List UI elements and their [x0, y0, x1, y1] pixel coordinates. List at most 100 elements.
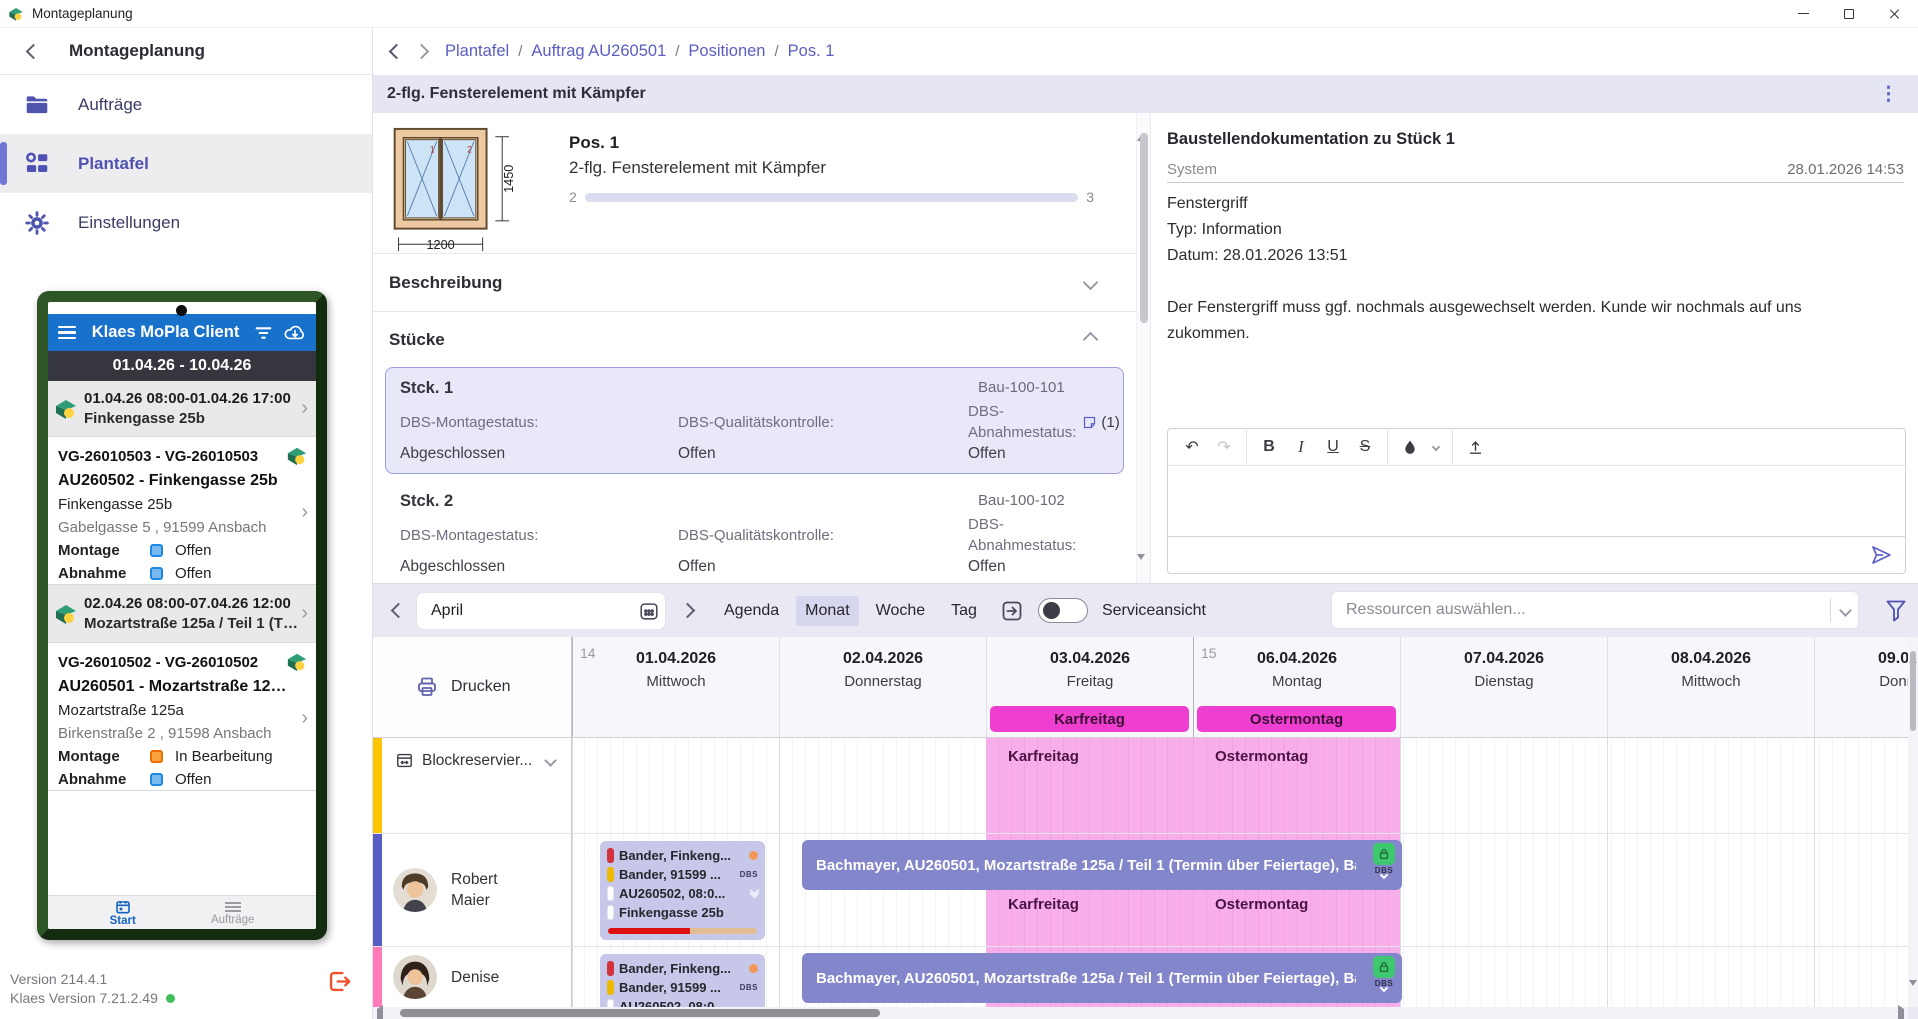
phone-tab-label: Start [110, 915, 136, 927]
row-grid: Bander, Finkeng... Bander, 91599 ...DBS … [572, 947, 1908, 1007]
sidebar-item-plantafel[interactable]: Plantafel [0, 134, 372, 193]
comment-textarea[interactable] [1168, 466, 1905, 536]
italic-button[interactable]: I [1285, 432, 1317, 462]
appointment-card[interactable]: Bander, Finkeng... Bander, 91599 ...DBS … [600, 841, 765, 940]
strikethrough-button[interactable]: S [1349, 432, 1381, 462]
scheduler-header-row: Drucken 14 01.04.2026 Mittwoch 02.04.202… [373, 637, 1908, 738]
view-tag[interactable]: Tag [942, 596, 986, 626]
sidebar-item-auftraege[interactable]: Aufträge [0, 75, 372, 134]
scroll-right-icon[interactable] [1898, 1005, 1904, 1019]
underline-button[interactable]: U [1317, 432, 1349, 462]
scheduler-horizontal-scrollbar[interactable] [373, 1007, 1908, 1019]
print-button[interactable]: Drucken [373, 637, 572, 737]
resource-accent [373, 834, 382, 946]
color-dropdown-icon[interactable] [1426, 432, 1446, 462]
scroll-thumb[interactable] [400, 1009, 880, 1017]
appointment-bar[interactable]: Bachmayer, AU260501, Mozartstraße 125a /… [802, 953, 1402, 1003]
orange-dot-icon [749, 964, 758, 973]
day-headers: 14 01.04.2026 Mittwoch 02.04.2026 Donner… [572, 637, 1908, 737]
scroll-down-icon[interactable] [1909, 980, 1917, 1003]
resource-cell[interactable]: Denise [373, 947, 572, 1007]
breadcrumb: Plantafel / Auftrag AU260501 / Positione… [373, 28, 1918, 75]
scroll-left-icon[interactable] [377, 1005, 383, 1019]
field-label-text: DBS-Abnahmestatus: [968, 401, 1076, 443]
resource-cell[interactable]: Robert Maier [373, 834, 572, 946]
svg-text:1200: 1200 [426, 237, 454, 252]
breadcrumb-link-plantafel[interactable]: Plantafel [445, 42, 509, 61]
sidebar-item-einstellungen[interactable]: Einstellungen [0, 193, 372, 252]
phone-appbar: Klaes MoPla Client [48, 314, 316, 351]
status-row: Montage Offen [58, 539, 306, 562]
resource-input[interactable] [1346, 601, 1830, 619]
stueck-ref: Bau-100-102 [968, 488, 1109, 514]
text-color-button[interactable] [1394, 432, 1426, 462]
detail-panel-scrollbar[interactable] [1136, 113, 1150, 583]
redo-button[interactable]: ↷ [1208, 432, 1240, 462]
status-row: Abnahme Offen [58, 768, 306, 791]
section-stuecke[interactable]: Stücke [373, 312, 1136, 367]
resource-cell[interactable]: Blockreservier... [373, 738, 572, 833]
prev-month-icon[interactable] [391, 603, 407, 619]
view-agenda[interactable]: Agenda [715, 596, 788, 626]
scroll-thumb[interactable] [1140, 133, 1148, 323]
resource-select[interactable] [1331, 591, 1859, 629]
white-pill [607, 999, 614, 1007]
scroll-thumb[interactable] [1910, 651, 1916, 731]
note-icon [1082, 415, 1097, 430]
appointment-bar[interactable]: Bachmayer, AU260501, Mozartstraße 125a /… [802, 840, 1402, 890]
kebab-menu-icon[interactable]: ⋮ [1873, 83, 1904, 106]
chevron-down-icon[interactable] [1839, 604, 1852, 617]
version-line: Klaes Version 7.21.2.49 [10, 989, 175, 1008]
scheduler-vertical-scrollbar[interactable] [1908, 637, 1918, 1007]
undo-button[interactable]: ↶ [1176, 432, 1208, 462]
position-detail-panel: 1 2 1450 1200 Pos. 1 2-flg. Fensterel [373, 113, 1136, 583]
order-address: Gabelgasse 5 , 91599 Ansbach [58, 516, 306, 539]
scroll-down-icon[interactable] [1137, 554, 1145, 577]
goto-date-icon[interactable] [1000, 599, 1024, 623]
maximize-button[interactable] [1826, 0, 1872, 27]
view-monat[interactable]: Monat [796, 596, 858, 626]
resource-accent [373, 738, 382, 833]
month-input[interactable] [431, 602, 638, 620]
close-button[interactable] [1872, 0, 1918, 27]
holiday-zone-label: Ostermontag [1215, 896, 1308, 913]
breadcrumb-link-pos1[interactable]: Pos. 1 [788, 42, 835, 61]
status-value: Offen [175, 539, 211, 562]
card-progress-fill [608, 928, 690, 934]
stueck-card-2[interactable]: Stck. 2 Bau-100-102 DBS-Montagestatus: D… [385, 480, 1124, 583]
lock-icon [1373, 843, 1395, 865]
app-logo-icon [8, 6, 24, 22]
filter-funnel-icon[interactable] [1884, 598, 1908, 624]
chevron-down-icon[interactable] [544, 754, 557, 767]
breadcrumb-link-positionen[interactable]: Positionen [688, 42, 765, 61]
logout-button[interactable] [326, 968, 353, 995]
bold-button[interactable]: B [1253, 432, 1285, 462]
status-label: Abnahme [58, 562, 150, 585]
nav-forward-icon[interactable] [414, 44, 430, 60]
chevron-right-icon: › [301, 397, 308, 420]
position-progress: 2 3 [569, 189, 1094, 205]
section-beschreibung[interactable]: Beschreibung [373, 254, 1136, 311]
next-month-icon[interactable] [680, 603, 696, 619]
holiday-banner: Karfreitag [990, 706, 1189, 732]
view-woche[interactable]: Woche [867, 596, 935, 626]
resource-accent [373, 947, 382, 1007]
holiday-zone-label: Ostermontag [1215, 748, 1308, 765]
breadcrumb-link-auftrag[interactable]: Auftrag AU260501 [531, 42, 666, 61]
white-pill [607, 886, 614, 901]
month-picker[interactable] [416, 592, 666, 630]
upload-button[interactable] [1459, 432, 1491, 462]
minimize-button[interactable] [1780, 0, 1826, 27]
appointment-card[interactable]: Bander, Finkeng... Bander, 91599 ...DBS … [600, 954, 765, 1007]
phone-bezel [48, 302, 316, 314]
send-button[interactable] [1869, 543, 1893, 567]
card-line: Bander, Finkeng... [619, 848, 749, 863]
calendar-icon[interactable] [638, 600, 660, 622]
stueck-card-1[interactable]: Stck. 1 Bau-100-101 DBS-Montagestatus: D… [385, 367, 1124, 474]
nav-back-icon[interactable] [389, 44, 405, 60]
back-icon[interactable] [26, 43, 42, 59]
service-toggle[interactable] [1038, 598, 1088, 623]
day-weekday: Montag [1194, 671, 1400, 693]
sidebar-header: Montageplanung [0, 28, 372, 75]
day-weekday: Donnerstag [1815, 671, 1908, 693]
